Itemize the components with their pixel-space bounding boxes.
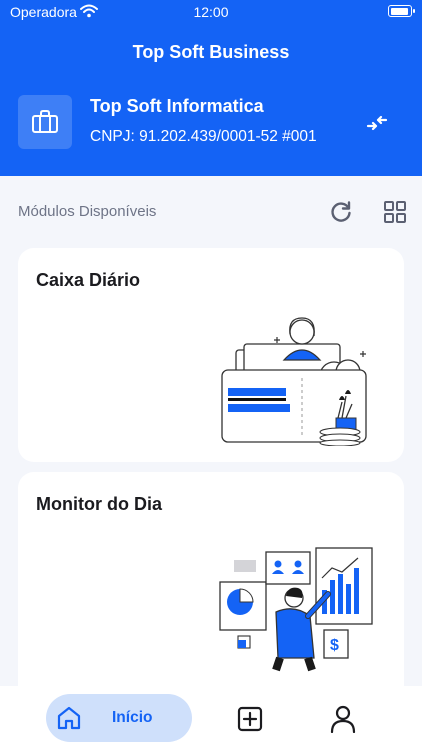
module-card-title: Monitor do Dia: [36, 494, 162, 514]
wallet-illustration: [221, 317, 367, 446]
add-icon[interactable]: [237, 706, 263, 732]
module-card-title: Caixa Diário: [36, 270, 141, 290]
profile-icon[interactable]: [330, 705, 356, 734]
briefcase-icon: [18, 95, 72, 149]
tab-home[interactable]: Início: [46, 694, 192, 742]
module-card-monitor-do-dia[interactable]: Monitor do Dia $: [18, 472, 404, 702]
status-bar: Operadora 12:00: [0, 0, 422, 24]
tab-bar: Início: [0, 686, 422, 750]
company-cnpj: CNPJ: 91.202.439/0001-52 #001: [90, 128, 317, 145]
dashboard-illustration: $: [219, 547, 373, 672]
battery-icon: [388, 5, 415, 17]
refresh-icon[interactable]: [328, 199, 354, 225]
company-name: Top Soft Informatica: [90, 96, 264, 116]
section-title: Módulos Disponíveis: [18, 203, 157, 220]
switch-company-icon[interactable]: [362, 108, 392, 138]
svg-text:$: $: [330, 637, 339, 654]
module-card-caixa-diario[interactable]: Caixa Diário: [18, 248, 404, 462]
home-icon: [57, 706, 81, 730]
clock: 12:00: [193, 4, 229, 20]
grid-view-icon[interactable]: [382, 199, 408, 225]
tab-home-label: Início: [112, 709, 153, 726]
header: Operadora 12:00 Top Soft Business Top So…: [0, 0, 422, 176]
app-title: Top Soft Business: [132, 42, 290, 62]
